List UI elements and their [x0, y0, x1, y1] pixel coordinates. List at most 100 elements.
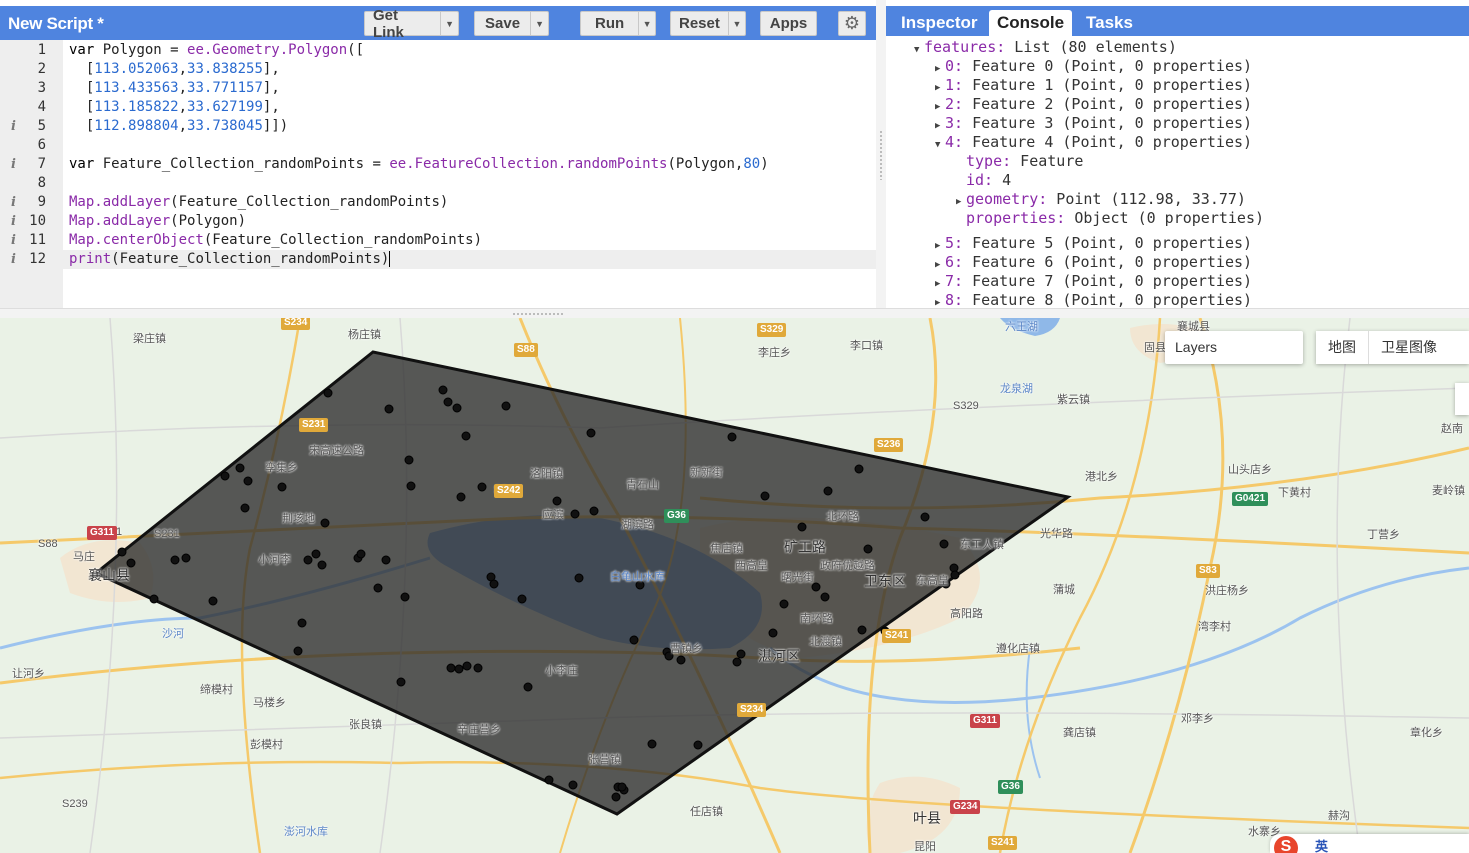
- info-icon[interactable]: i: [11, 212, 16, 231]
- road-shield: S241: [988, 836, 1018, 850]
- code-text[interactable]: [112.898804,33.738045]]): [69, 117, 288, 136]
- save-button[interactable]: Save ▼: [474, 11, 549, 36]
- right-panel: Inspector Console Tasks ▼ features: List …: [886, 0, 1469, 310]
- place-label: 北渡镇: [809, 636, 842, 648]
- random-point: [181, 553, 191, 563]
- code-text[interactable]: Map.centerObject(Feature_Collection_rand…: [69, 231, 482, 250]
- code-line[interactable]: i 7 var Feature_Collection_randomPoints = …: [0, 155, 876, 174]
- code-text[interactable]: var Feature_Collection_randomPoints = ee…: [69, 155, 769, 174]
- info-icon[interactable]: i: [11, 193, 16, 212]
- console-value: List (80 elements): [1005, 38, 1177, 56]
- console-tree-row[interactable]: ▶ 2: Feature 2 (Point, 0 properties): [935, 95, 1252, 114]
- console-value: Object (0 properties): [1065, 209, 1265, 227]
- random-point: [356, 549, 366, 559]
- code-line[interactable]: 8: [0, 174, 876, 193]
- get-link-button[interactable]: Get Link ▼: [364, 7, 459, 41]
- code-line[interactable]: i 5 [112.898804,33.738045]]): [0, 117, 876, 136]
- road-shield: S241: [882, 629, 912, 643]
- apps-button[interactable]: Apps: [760, 11, 817, 36]
- random-point: [277, 482, 287, 492]
- code-text[interactable]: Map.addLayer(Polygon): [69, 212, 246, 231]
- info-icon[interactable]: i: [11, 250, 16, 269]
- fullscreen-icon[interactable]: [1455, 383, 1469, 415]
- info-icon[interactable]: i: [11, 155, 16, 174]
- console-tree-row[interactable]: id: 4: [956, 171, 1011, 190]
- tab-tasks[interactable]: Tasks: [1078, 10, 1141, 36]
- code-text[interactable]: var Polygon = ee.Geometry.Polygon([: [69, 41, 364, 60]
- drag-handle-icon[interactable]: [879, 130, 883, 180]
- line-number: 5: [37, 118, 46, 134]
- code-text[interactable]: Map.addLayer(Feature_Collection_randomPo…: [69, 193, 448, 212]
- random-point: [462, 661, 472, 671]
- sogou-icon[interactable]: S: [1274, 836, 1298, 853]
- console-value: Feature 3 (Point, 0 properties): [963, 114, 1253, 132]
- place-label: 蒲城: [1053, 584, 1075, 596]
- code-text[interactable]: print(Feature_Collection_randomPoints): [69, 250, 391, 269]
- console-tree-row[interactable]: ▶ geometry: Point (112.98, 33.77): [956, 190, 1246, 209]
- vertical-splitter[interactable]: [876, 0, 886, 310]
- map-view[interactable]: 梁庄镇 杨庄镇 李庄乡 李口镇 六王湖 襄城县 固县 龙泉湖 紫云镇 S329 孪集乡 宋高速公路 荆垓…: [0, 318, 1469, 853]
- script-title[interactable]: New Script *: [8, 14, 104, 34]
- random-point: [220, 471, 230, 481]
- code-line[interactable]: i 12 print(Feature_Collection_randomPoints…: [0, 250, 876, 269]
- code-line[interactable]: 1 var Polygon = ee.Geometry.Polygon([: [0, 41, 876, 60]
- console-tree-row[interactable]: type: Feature: [956, 152, 1083, 171]
- road-shield: G36: [664, 509, 689, 523]
- drag-handle-icon[interactable]: [512, 312, 564, 316]
- console-tree-row[interactable]: ▼ features: List (80 elements): [914, 38, 1177, 57]
- console-tree-row[interactable]: ▶ 6: Feature 6 (Point, 0 properties): [935, 253, 1252, 272]
- place-label: 小李庄: [545, 665, 578, 677]
- place-label: 南环路: [800, 613, 833, 625]
- line-number: 11: [29, 232, 46, 248]
- console-tree-row[interactable]: ▶ 0: Feature 0 (Point, 0 properties): [935, 57, 1252, 76]
- code-line[interactable]: 6: [0, 136, 876, 155]
- info-icon[interactable]: i: [11, 231, 16, 250]
- ime-language-label[interactable]: 英: [1315, 836, 1328, 853]
- horizontal-splitter[interactable]: [0, 308, 1469, 318]
- place-label: 龙泉湖: [1000, 383, 1033, 395]
- collapse-triangle-icon[interactable]: ▼: [935, 136, 945, 155]
- code-line[interactable]: i 10 Map.addLayer(Polygon): [0, 212, 876, 231]
- code-line[interactable]: 2 [113.052063,33.838255],: [0, 60, 876, 79]
- tab-console[interactable]: Console: [989, 10, 1073, 36]
- chevron-down-icon[interactable]: ▼: [440, 12, 458, 35]
- layers-control[interactable]: Layers: [1165, 331, 1303, 364]
- place-label: 湾李村: [1198, 621, 1231, 633]
- map-type-roadmap[interactable]: 地图: [1316, 331, 1369, 364]
- random-point: [384, 404, 394, 414]
- console-tree-row[interactable]: properties: Object (0 properties): [956, 209, 1264, 228]
- code-line[interactable]: i 9 Map.addLayer(Feature_Collection_random…: [0, 193, 876, 212]
- code-text[interactable]: [113.185822,33.627199],: [69, 98, 280, 117]
- line-number: 9: [37, 194, 46, 210]
- collapse-triangle-icon[interactable]: ▼: [914, 41, 924, 60]
- console-value: Feature 2 (Point, 0 properties): [963, 95, 1253, 113]
- random-point: [404, 455, 414, 465]
- console-tree-row[interactable]: ▶ 1: Feature 1 (Point, 0 properties): [935, 76, 1252, 95]
- run-button[interactable]: Run ▼: [580, 11, 656, 36]
- code-line[interactable]: i 11 Map.centerObject(Feature_Collection_r…: [0, 231, 876, 250]
- tab-inspector[interactable]: Inspector: [893, 10, 986, 36]
- place-label: 光华路: [1040, 528, 1073, 540]
- gear-icon[interactable]: ⚙: [838, 11, 866, 36]
- console-tree-row[interactable]: ▼ 4: Feature 4 (Point, 0 properties): [935, 133, 1252, 152]
- chevron-down-icon[interactable]: ▼: [727, 12, 745, 35]
- console-tree-row[interactable]: ▶ 7: Feature 7 (Point, 0 properties): [935, 272, 1252, 291]
- reset-button[interactable]: Reset ▼: [670, 11, 746, 36]
- chevron-down-icon[interactable]: ▼: [638, 12, 655, 35]
- info-icon[interactable]: i: [11, 117, 16, 136]
- console-tree-row[interactable]: ▶ 3: Feature 3 (Point, 0 properties): [935, 114, 1252, 133]
- code-editor[interactable]: 1 var Polygon = ee.Geometry.Polygon([2 [1…: [0, 40, 876, 308]
- ime-toolbar[interactable]: S 英: [1270, 834, 1469, 853]
- map-type-satellite[interactable]: 卫星图像: [1369, 331, 1449, 364]
- code-line[interactable]: 3 [113.433563,33.771157],: [0, 79, 876, 98]
- chevron-down-icon[interactable]: ▼: [530, 12, 548, 35]
- console-tree-row[interactable]: ▶ 5: Feature 5 (Point, 0 properties): [935, 234, 1252, 253]
- code-line[interactable]: 4 [113.185822,33.627199],: [0, 98, 876, 117]
- console-output[interactable]: ▼ features: List (80 elements) ▶ 0: Feature…: [886, 36, 1469, 310]
- place-label: 张良镇: [349, 719, 382, 731]
- script-editor-panel: New Script * Get Link ▼ Save ▼ Run ▼ Res…: [0, 0, 878, 310]
- random-point: [381, 555, 391, 565]
- code-text[interactable]: [113.433563,33.771157],: [69, 79, 280, 98]
- code-text[interactable]: [113.052063,33.838255],: [69, 60, 280, 79]
- line-number: 7: [37, 156, 46, 172]
